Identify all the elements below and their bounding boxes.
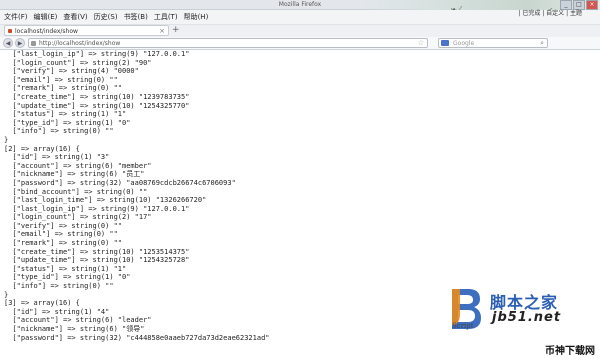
dump-line: ["status"] => string(1) "1": [4, 264, 127, 273]
address-text: http://localhost/index/show: [39, 40, 121, 47]
dump-line: ["status"] => string(1) "1": [4, 110, 127, 119]
menu-tools[interactable]: 工具(T): [154, 10, 178, 24]
dump-line: ["type_id"] => string(1) "0": [4, 118, 131, 127]
dump-line: ["login_count"] => string(2) "90": [4, 58, 152, 67]
dump-line: ["create_time"] => string(10) "125351437…: [4, 247, 190, 256]
dump-line: ["update_time"] => string(10) "125432577…: [4, 101, 190, 110]
dump-line: ["remark"] => string(0) "": [4, 84, 123, 93]
close-button[interactable]: ×: [586, 0, 598, 10]
tab-active[interactable]: localhost/index/show ×: [4, 25, 169, 36]
dump-line: ["create_time"] => string(10) "123978373…: [4, 92, 190, 101]
download-site-watermark: 币神下载网: [544, 342, 596, 357]
address-bar[interactable]: http://localhost/index/show ☆: [28, 38, 428, 48]
dump-line: ["password"] => string(32) "aa08769cdcb2…: [4, 178, 236, 187]
dump-line: ["info"] => string(0) "": [4, 127, 114, 136]
dump-line: [2] => array(16) {: [4, 144, 80, 153]
menu-help[interactable]: 帮助(H): [184, 10, 209, 24]
page-favicon-icon: [8, 29, 12, 33]
forward-button[interactable]: ▶: [15, 38, 25, 48]
site-logo: Script 脚本之家 jb51.net: [448, 285, 600, 337]
dump-line: ["remark"] => string(0) "": [4, 239, 123, 248]
tab-label: localhost/index/show: [15, 28, 78, 35]
dump-line: ["id"] => string(1) "3": [4, 153, 110, 162]
menu-bookmarks[interactable]: 书签(B): [124, 10, 148, 24]
search-placeholder: Google: [453, 40, 475, 47]
menu-view[interactable]: 查看(V): [63, 10, 87, 24]
bookmark-star-icon[interactable]: ☆: [418, 39, 424, 48]
dump-line: ["type_id"] => string(1) "0": [4, 273, 131, 282]
dump-line: ["email"] => string(0) "": [4, 75, 118, 84]
dump-line: ["last_login_ip"] => string(9) "127.0.0.…: [4, 204, 190, 213]
menu-bar: 文件(F) 编辑(E) 查看(V) 历史(S) 书签(B) 工具(T) 帮助(H…: [0, 10, 600, 24]
search-bar[interactable]: Google ⌕: [438, 38, 548, 48]
window-controls: _ □ ×: [560, 0, 598, 10]
dump-line: ["email"] => string(0) "": [4, 230, 118, 239]
dump-line: ["nickname"] => string(6) "员工": [4, 170, 145, 179]
dump-line: }: [4, 135, 9, 144]
back-button[interactable]: ◀: [3, 38, 13, 48]
logo-script-label: Script: [452, 322, 474, 330]
maximize-button[interactable]: □: [573, 0, 585, 10]
dump-line: ["account"] => string(6) "member": [4, 161, 152, 170]
dump-line: ["verify"] => string(0) "": [4, 221, 123, 230]
search-icon[interactable]: ⌕: [540, 39, 544, 48]
menu-edit[interactable]: 编辑(E): [34, 10, 58, 24]
theme-menu[interactable]: | 已完成 | 自定义 | 主题: [518, 10, 582, 18]
dump-line: ["bind_account"] => string(0) "": [4, 187, 148, 196]
dump-line: ["last_login_ip"] => string(9) "127.0.0.…: [4, 50, 190, 58]
dump-line: ["verify"] => string(4) "0000": [4, 67, 139, 76]
dump-line: ["update_time"] => string(10) "125432572…: [4, 256, 190, 265]
new-tab-icon[interactable]: +: [172, 25, 180, 36]
menu-file[interactable]: 文件(F): [4, 10, 28, 24]
logo-domain: jb51.net: [492, 310, 562, 325]
tab-close-icon[interactable]: ×: [159, 26, 165, 37]
search-engine-icon[interactable]: [441, 40, 449, 46]
site-identity-icon: [31, 41, 36, 46]
minimize-button[interactable]: _: [560, 0, 572, 10]
dump-line: ["login_count"] => string(2) "17": [4, 213, 152, 222]
menu-history[interactable]: 历史(S): [94, 10, 118, 24]
dump-line: ["last_login_time"] => string(10) "13262…: [4, 196, 207, 205]
